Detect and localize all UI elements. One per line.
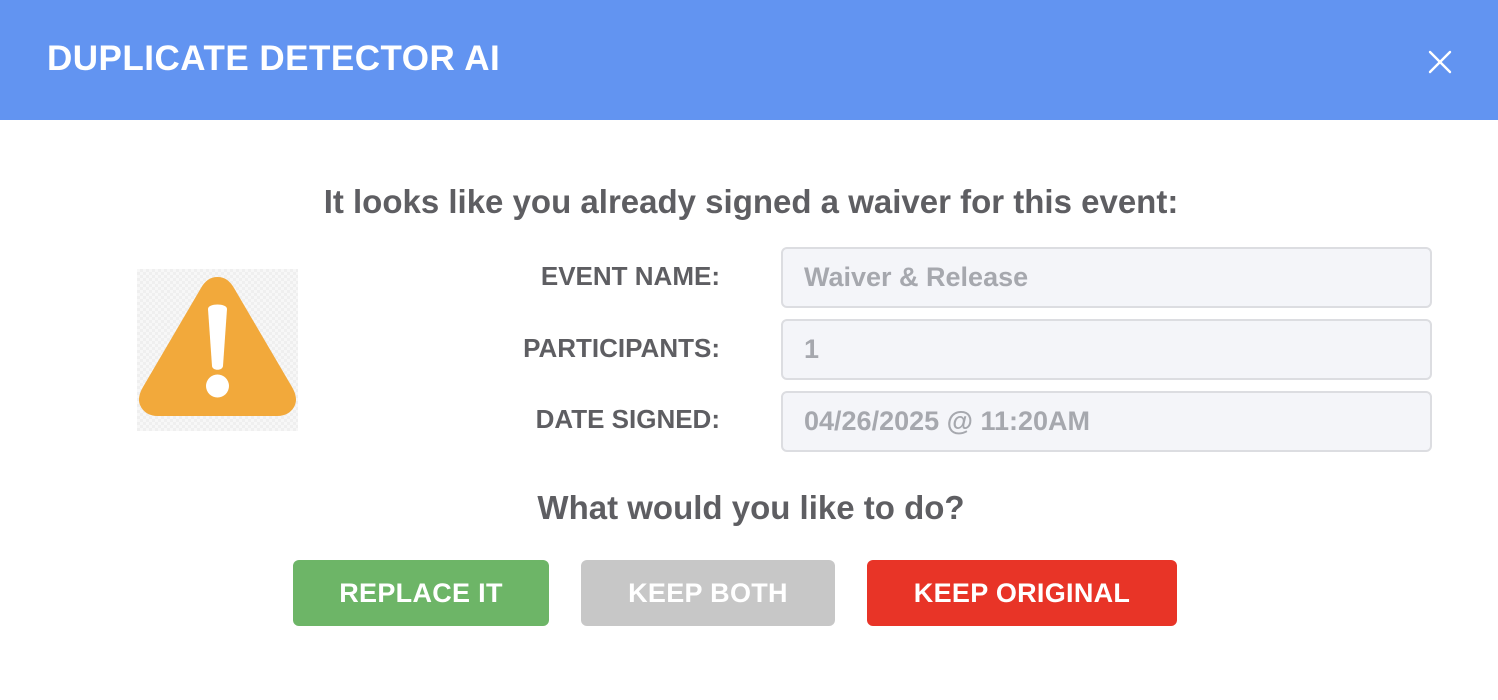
warning-image xyxy=(137,269,298,431)
warning-triangle-icon xyxy=(139,277,296,416)
duplicate-message: It looks like you already signed a waive… xyxy=(323,183,1179,220)
date-signed-label: DATE SIGNED: xyxy=(535,404,720,434)
close-icon xyxy=(1428,50,1452,74)
event-name-field[interactable] xyxy=(781,247,1432,308)
duplicate-detector-dialog: DUPLICATE DETECTOR AI It looks like you … xyxy=(0,0,1498,700)
participants-field[interactable] xyxy=(781,319,1432,380)
event-name-label: EVENT NAME: xyxy=(540,261,720,291)
dialog-header: DUPLICATE DETECTOR AI xyxy=(0,0,1498,120)
keep-original-button[interactable]: KEEP ORIGINAL xyxy=(867,560,1177,626)
action-prompt: What would you like to do? xyxy=(537,489,965,526)
participants-label: PARTICIPANTS: xyxy=(523,333,720,363)
keep-both-button[interactable]: KEEP BOTH xyxy=(581,560,835,626)
dialog-title: DUPLICATE DETECTOR AI xyxy=(47,39,501,78)
close-button[interactable] xyxy=(1424,46,1456,78)
replace-it-button[interactable]: REPLACE IT xyxy=(293,560,549,626)
date-signed-field[interactable] xyxy=(781,391,1432,452)
